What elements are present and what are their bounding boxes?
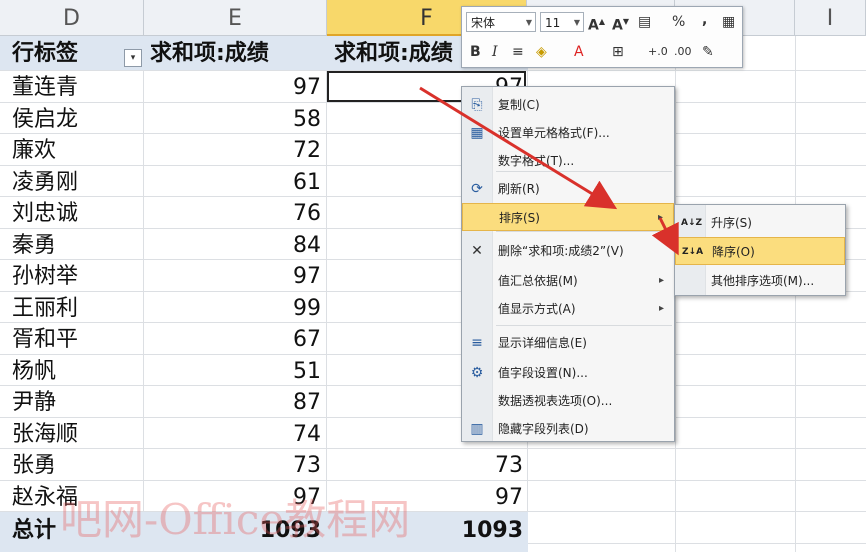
arrow-to-sort <box>419 86 618 210</box>
annotation-arrows <box>419 86 679 256</box>
arrow-to-descending <box>651 217 679 256</box>
